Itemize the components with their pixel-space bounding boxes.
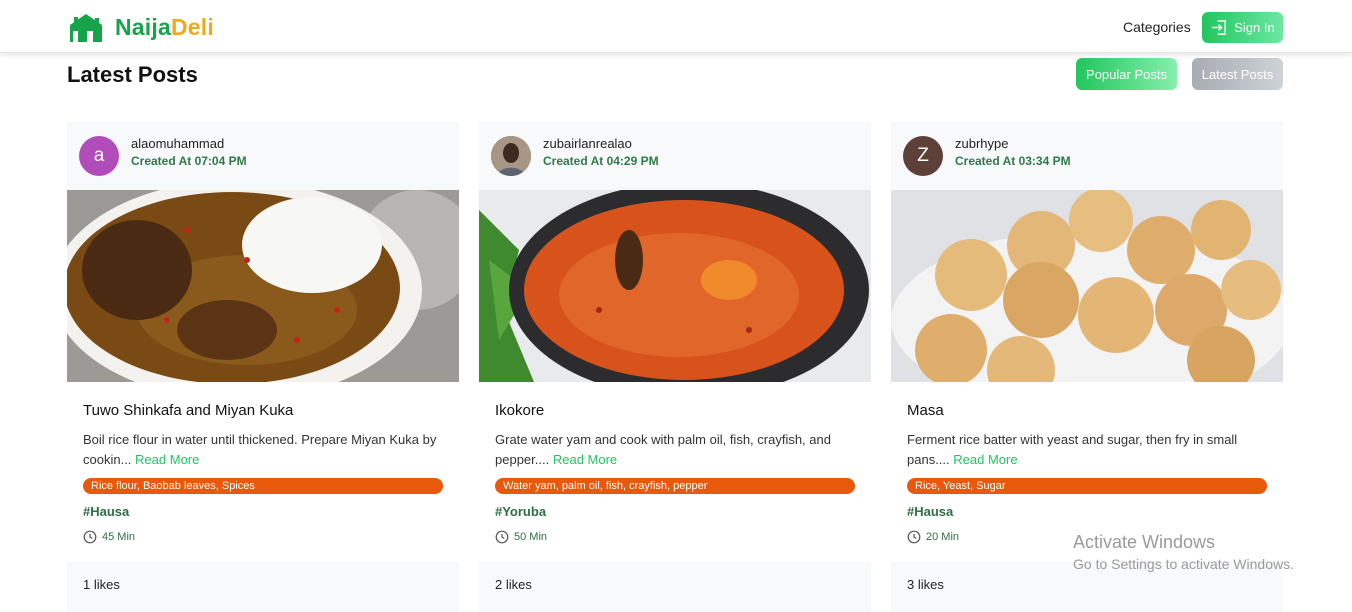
read-more-link[interactable]: Read More bbox=[135, 452, 199, 467]
post-created-time: Created At 04:29 PM bbox=[543, 154, 659, 168]
popular-posts-button[interactable]: Popular Posts bbox=[1076, 58, 1177, 90]
post-image[interactable] bbox=[891, 190, 1283, 382]
read-more-link[interactable]: Read More bbox=[953, 452, 1017, 467]
post-username[interactable]: alaomuhammad bbox=[131, 136, 224, 151]
post-username[interactable]: zubairlanrealao bbox=[543, 136, 632, 151]
likes-count: 1 likes bbox=[83, 577, 120, 592]
latest-posts-button[interactable]: Latest Posts bbox=[1192, 58, 1283, 90]
ingredients-badge: Rice flour, Baobab leaves, Spices bbox=[83, 478, 443, 494]
house-logo-icon bbox=[70, 14, 102, 42]
user-photo-icon bbox=[491, 136, 531, 176]
cook-time: 50 Min bbox=[495, 530, 547, 544]
avatar[interactable]: a bbox=[79, 136, 119, 176]
post-card[interactable]: a alaomuhammad Created At 07:04 PM Tuwo … bbox=[67, 122, 459, 612]
post-description: Boil rice flour in water until thickened… bbox=[83, 432, 437, 467]
sign-in-icon bbox=[1212, 20, 1227, 35]
post-created-time: Created At 03:34 PM bbox=[955, 154, 1071, 168]
read-more-link[interactable]: Read More bbox=[553, 452, 617, 467]
cook-time: 45 Min bbox=[83, 530, 135, 544]
post-created-time: Created At 07:04 PM bbox=[131, 154, 247, 168]
post-card[interactable]: zubairlanrealao Created At 04:29 PM Ikok… bbox=[479, 122, 871, 612]
brand-logo[interactable]: NaijaDeli bbox=[68, 11, 214, 43]
watermark-title: Activate Windows bbox=[1073, 532, 1216, 552]
post-title[interactable]: Masa bbox=[907, 402, 944, 419]
clock-icon bbox=[83, 530, 97, 544]
post-image[interactable] bbox=[67, 190, 459, 382]
page-title: Latest Posts bbox=[67, 62, 198, 87]
post-title[interactable]: Tuwo Shinkafa and Miyan Kuka bbox=[83, 402, 293, 419]
ingredients-badge: Rice, Yeast, Sugar bbox=[907, 478, 1267, 494]
cook-time: 20 Min bbox=[907, 530, 959, 544]
likes-count: 2 likes bbox=[495, 577, 532, 592]
sign-in-label: Sign In bbox=[1234, 20, 1275, 35]
likes-count: 3 likes bbox=[907, 577, 944, 592]
nav-categories-link[interactable]: Categories bbox=[1123, 19, 1191, 35]
post-tag[interactable]: #Yoruba bbox=[495, 504, 546, 519]
watermark-subtitle: Go to Settings to activate Windows. bbox=[1073, 556, 1294, 572]
navbar: NaijaDeli Categories Sign In bbox=[0, 0, 1352, 53]
post-description: Grate water yam and cook with palm oil, … bbox=[495, 432, 831, 467]
avatar[interactable]: Z bbox=[903, 136, 943, 176]
clock-icon bbox=[907, 530, 921, 544]
post-image[interactable] bbox=[479, 190, 871, 382]
clock-icon bbox=[495, 530, 509, 544]
avatar[interactable] bbox=[491, 136, 531, 176]
sign-in-button[interactable]: Sign In bbox=[1202, 12, 1283, 43]
post-description: Ferment rice batter with yeast and sugar… bbox=[907, 432, 1238, 467]
ingredients-badge: Water yam, palm oil, fish, crayfish, pep… bbox=[495, 478, 855, 494]
post-tag[interactable]: #Hausa bbox=[907, 504, 953, 519]
brand-name: NaijaDeli bbox=[115, 13, 214, 40]
post-username[interactable]: zubrhype bbox=[955, 136, 1008, 151]
post-tag[interactable]: #Hausa bbox=[83, 504, 129, 519]
post-title[interactable]: Ikokore bbox=[495, 402, 544, 419]
windows-activation-watermark: Activate Windows Go to Settings to activ… bbox=[1073, 532, 1294, 572]
